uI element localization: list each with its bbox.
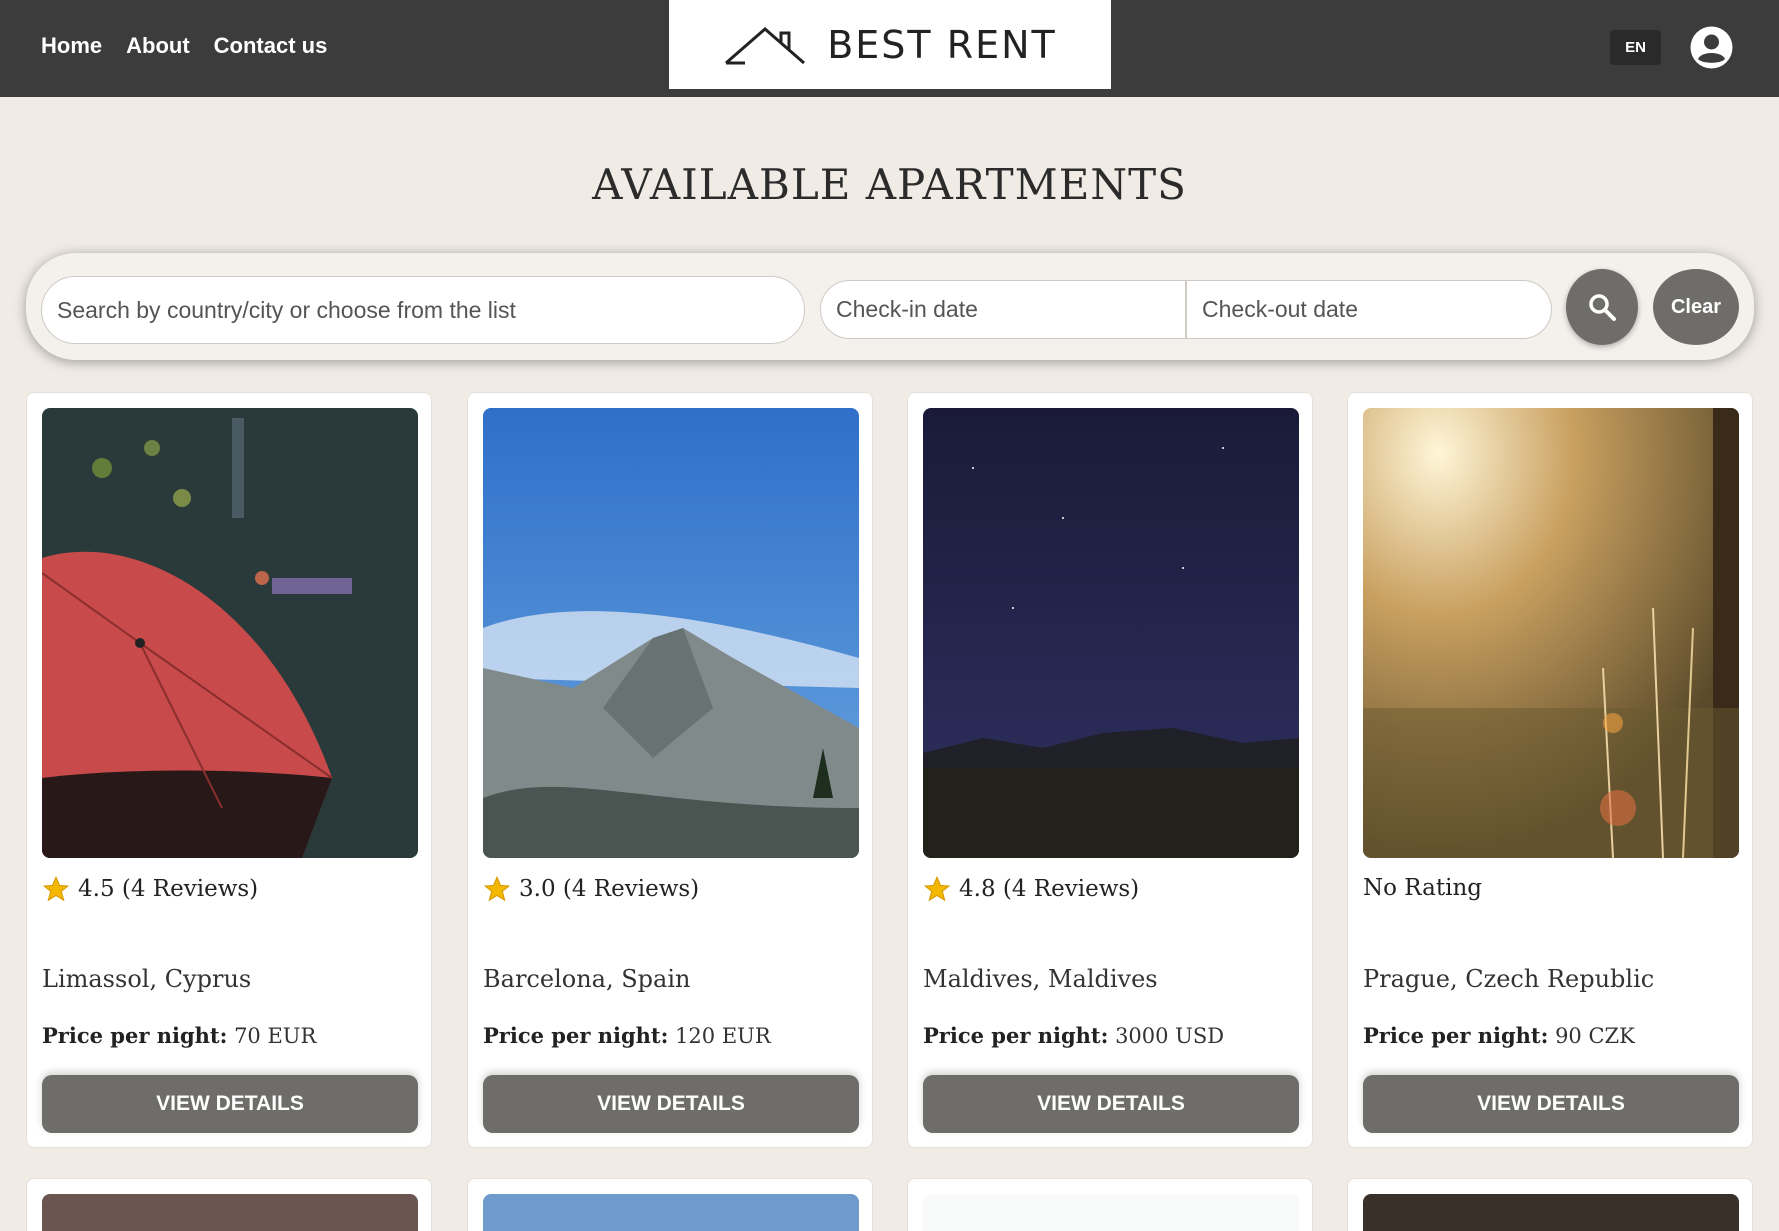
brand-logo[interactable]: BEST RENT	[669, 0, 1111, 89]
account-icon	[1690, 26, 1733, 69]
price-value: 120 EUR	[675, 1024, 771, 1048]
brand-logo-text: BEST RENT	[827, 22, 1057, 67]
search-bar: Search by country/city or choose from th…	[26, 253, 1754, 360]
language-selector[interactable]: EN	[1610, 30, 1661, 65]
rating-text: 4.8 (4 Reviews)	[959, 876, 1140, 902]
apartment-card	[26, 1178, 432, 1231]
star-icon	[923, 875, 951, 902]
apartment-card	[467, 1178, 873, 1231]
price-label: Price per night:	[923, 1023, 1109, 1048]
star-icon	[483, 875, 511, 902]
apartment-rating: 4.8 (4 Reviews)	[923, 875, 1139, 903]
apartment-location: Prague, Czech Republic	[1363, 965, 1655, 993]
apartment-rating: 3.0 (4 Reviews)	[483, 875, 699, 903]
apartment-price: Price per night: 120 EUR	[483, 1023, 771, 1048]
apartment-location: Limassol, Cyprus	[42, 965, 252, 993]
apartment-image[interactable]	[42, 408, 418, 858]
apartment-card: 4.5 (4 Reviews) Limassol, Cyprus Price p…	[26, 392, 432, 1148]
apartment-card: 3.0 (4 Reviews) Barcelona, Spain Price p…	[467, 392, 873, 1148]
price-value: 70 EUR	[234, 1024, 317, 1048]
checkout-date-input[interactable]: Check-out date	[1186, 280, 1552, 339]
apartment-price: Price per night: 70 EUR	[42, 1023, 316, 1048]
main-nav: Home About Contact us	[41, 33, 327, 59]
rating-text: 4.5 (4 Reviews)	[78, 876, 259, 902]
price-label: Price per night:	[1363, 1023, 1549, 1048]
price-value: 90 CZK	[1555, 1024, 1635, 1048]
apartment-price: Price per night: 90 CZK	[1363, 1023, 1635, 1048]
view-details-button[interactable]: VIEW DETAILS	[42, 1075, 418, 1133]
nav-contact-link[interactable]: Contact us	[214, 33, 328, 59]
apartment-location: Barcelona, Spain	[483, 965, 691, 993]
house-icon	[725, 26, 806, 64]
apartment-card	[907, 1178, 1313, 1231]
apartment-image[interactable]	[483, 1194, 859, 1231]
rating-text: No Rating	[1363, 875, 1482, 901]
apartment-price: Price per night: 3000 USD	[923, 1023, 1224, 1048]
top-navbar: Home About Contact us BEST RENT EN	[0, 0, 1779, 97]
rating-text: 3.0 (4 Reviews)	[519, 876, 700, 902]
clear-button[interactable]: Clear	[1653, 269, 1739, 345]
apartment-rating: 4.5 (4 Reviews)	[42, 875, 258, 903]
apartment-image[interactable]	[923, 1194, 1299, 1231]
price-label: Price per night:	[42, 1023, 228, 1048]
apartment-image[interactable]	[42, 1194, 418, 1231]
page-title: AVAILABLE APARTMENTS	[592, 160, 1187, 209]
apartment-image[interactable]	[1363, 1194, 1739, 1231]
view-details-button[interactable]: VIEW DETAILS	[923, 1075, 1299, 1133]
account-button[interactable]	[1690, 26, 1733, 69]
apartment-card: 4.8 (4 Reviews) Maldives, Maldives Price…	[907, 392, 1313, 1148]
price-value: 3000 USD	[1115, 1024, 1225, 1048]
apartment-image[interactable]	[483, 408, 859, 858]
view-details-button[interactable]: VIEW DETAILS	[483, 1075, 859, 1133]
nav-about-link[interactable]: About	[126, 33, 190, 59]
apartment-image[interactable]	[923, 408, 1299, 858]
apartment-image[interactable]	[1363, 408, 1739, 858]
star-icon	[42, 875, 70, 902]
apartment-card: No Rating Prague, Czech Republic Price p…	[1347, 392, 1753, 1148]
nav-home-link[interactable]: Home	[41, 33, 102, 59]
checkin-date-input[interactable]: Check-in date	[820, 280, 1186, 339]
search-icon	[1589, 294, 1616, 321]
search-button[interactable]	[1566, 269, 1638, 345]
apartment-card	[1347, 1178, 1753, 1231]
price-label: Price per night:	[483, 1023, 669, 1048]
view-details-button[interactable]: VIEW DETAILS	[1363, 1075, 1739, 1133]
apartment-rating: No Rating	[1363, 875, 1482, 901]
search-input[interactable]: Search by country/city or choose from th…	[41, 276, 805, 344]
apartment-location: Maldives, Maldives	[923, 965, 1158, 993]
